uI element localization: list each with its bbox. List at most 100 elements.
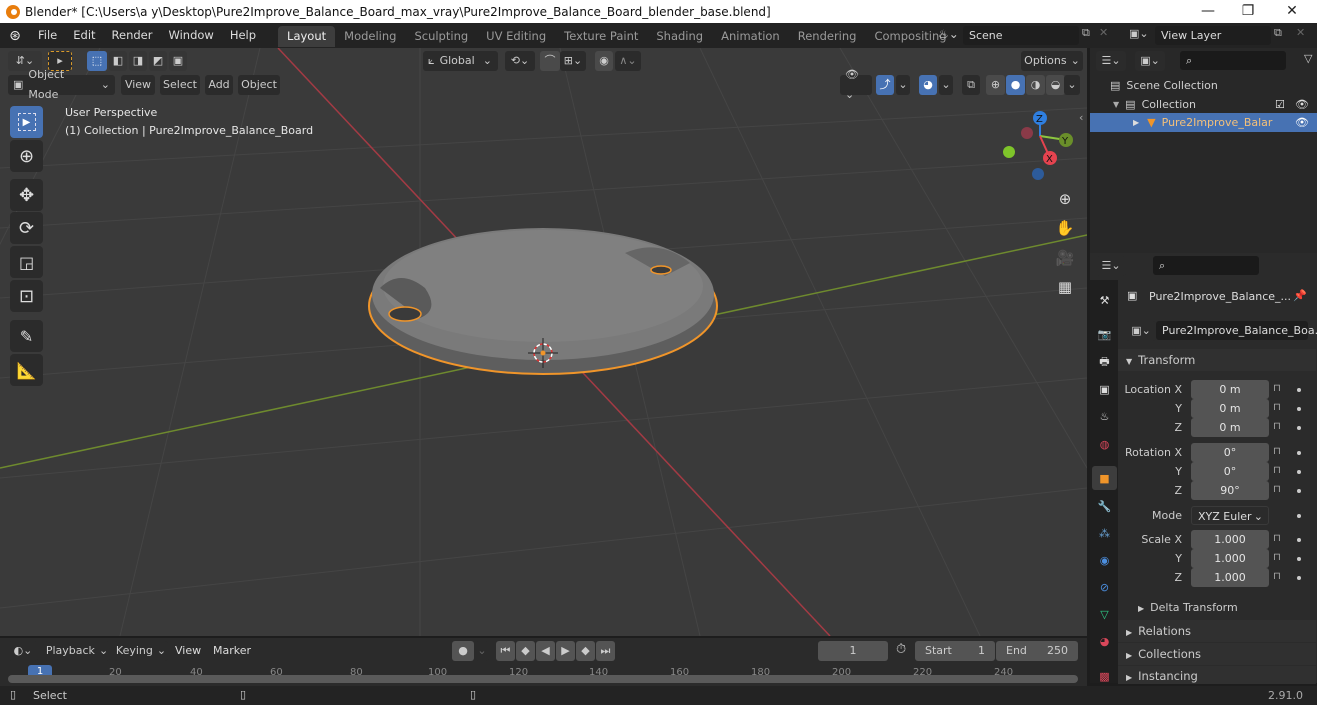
keying-menu[interactable]: Keying ⌄ [114,641,168,661]
menu-file[interactable]: File [30,23,65,48]
pan-view-button[interactable]: ✋ [1052,215,1078,241]
timeline-marker-menu[interactable]: Marker [213,644,251,657]
menu-object[interactable]: Object [238,75,280,95]
tab-sculpting[interactable]: Sculpting [405,26,477,47]
object-name-field[interactable]: Pure2Improve_Balance_Boa... [1156,321,1317,340]
stopwatch-icon[interactable]: ⏱ [896,642,906,657]
play-button[interactable]: ▶ [556,641,575,661]
keyframe-location-x-icon[interactable] [1297,388,1301,392]
lock-location-y-icon[interactable]: ⊓ [1273,402,1287,414]
scale-y-field[interactable]: 1.000 [1191,549,1269,568]
menu-help[interactable]: Help [222,23,264,48]
lock-rotation-z-icon[interactable]: ⊓ [1273,484,1287,496]
pivot-point-dropdown[interactable]: ⟲⌄ [505,51,535,71]
transform-orientation-dropdown[interactable]: ⟀ Global ⌄ [423,51,498,71]
xray-toggle[interactable]: ⧉ [962,75,980,95]
location-y-field[interactable]: 0 m [1191,399,1269,418]
lock-rotation-y-icon[interactable]: ⊓ [1273,465,1287,477]
transform-panel-header[interactable]: ▼ Transform [1118,349,1316,371]
menu-render[interactable]: Render [104,23,161,48]
camera-view-button[interactable]: 🎥 [1052,245,1078,271]
scale-x-field[interactable]: 1.000 [1191,530,1269,549]
timeline-editor-type-button[interactable]: ◐⌄ [8,641,38,661]
timeline-view-menu[interactable]: View [175,644,201,657]
proportional-falloff-dropdown[interactable]: ∧⌄ [615,51,641,71]
select-box-tool[interactable]: ▶ [10,106,43,138]
lock-location-x-icon[interactable]: ⊓ [1273,383,1287,395]
select-extend-icon[interactable]: ◧ [109,51,127,71]
new-scene-icon[interactable]: ⧉ [1082,26,1090,40]
keying-set-dropdown[interactable]: ⌄ [475,641,489,661]
delete-view-layer-icon[interactable]: ✕ [1296,26,1305,39]
scene-name-field[interactable]: Scene [963,26,1079,45]
tab-texture-paint[interactable]: Texture Paint [555,26,647,47]
ortho-toggle-button[interactable]: ▦ [1052,274,1078,300]
select-intersect-icon[interactable]: ▣ [169,51,187,71]
rendered-shading-icon[interactable]: ◒ [1046,75,1065,95]
keyframe-location-y-icon[interactable] [1297,407,1301,411]
outliner-item-scene-collection[interactable]: ▤ Scene Collection [1110,76,1310,94]
scene-selector-icon[interactable]: ♨⌄ [938,27,959,41]
instancing-panel-header[interactable]: ▶ Instancing [1118,666,1316,684]
rotation-y-field[interactable]: 0° [1191,462,1269,481]
object-browse-button[interactable]: ▣⌄ [1126,321,1156,341]
keyframe-rotation-y-icon[interactable] [1297,470,1301,474]
tab-animation[interactable]: Animation [712,26,789,47]
outliner-display-mode-button[interactable]: ▣⌄ [1135,51,1165,71]
measure-tool[interactable]: 📐 [10,354,43,386]
location-x-field[interactable]: 0 m [1191,380,1269,399]
maximize-button[interactable]: ❐ [1228,0,1268,23]
scale-z-field[interactable]: 1.000 [1191,568,1269,587]
selection-mode-group[interactable]: ⬚ ◧ ◨ ◩ ▣ [87,51,187,71]
checkbox-icon[interactable]: ☑ [1275,98,1285,111]
lock-scale-y-icon[interactable]: ⊓ [1273,552,1287,564]
expand-triangle-icon[interactable]: ▼ [1113,100,1119,109]
pin-icon[interactable]: 📌 [1293,289,1307,302]
next-keyframe-button[interactable]: ◆ [576,641,595,661]
location-z-field[interactable]: 0 m [1191,418,1269,437]
start-frame-field[interactable]: Start 1 [915,641,995,661]
cursor-tool[interactable]: ⊕ [10,140,43,172]
tab-texture[interactable]: ▩ [1092,664,1117,688]
view-layer-icon[interactable]: ▣⌄ [1129,27,1149,40]
close-button[interactable]: ✕ [1272,0,1312,23]
shading-dropdown[interactable]: ⌄ [1064,75,1080,95]
keyframe-scale-z-icon[interactable] [1297,576,1301,580]
rotation-mode-dropdown[interactable]: XYZ Euler ⌄ [1191,506,1269,525]
keyframe-location-z-icon[interactable] [1297,426,1301,430]
outliner-editor-type-button[interactable]: ☰⌄ [1096,51,1126,71]
shading-mode-group[interactable]: ⊕ ● ◑ ◒ [986,75,1065,95]
minimize-button[interactable]: — [1188,0,1228,23]
options-dropdown[interactable]: Options ⌄ [1021,51,1083,71]
proportional-edit-toggle[interactable]: ◉ [595,51,613,71]
keyframe-rotation-z-icon[interactable] [1297,489,1301,493]
tab-layout[interactable]: Layout [278,26,336,47]
delete-scene-icon[interactable]: ✕ [1099,26,1108,39]
outliner-item-collection[interactable]: ▼ ▤ Collection ☑ 👁 [1113,95,1313,113]
expand-triangle-icon[interactable]: ▶ [1133,118,1139,127]
menu-add[interactable]: Add [205,75,233,95]
snap-toggle[interactable]: ⌒ [540,51,560,71]
eye-icon[interactable]: 👁 [1295,116,1309,129]
zoom-view-button[interactable]: ⊕ [1052,186,1078,212]
properties-editor-type-button[interactable]: ☰⌄ [1096,256,1126,276]
properties-search-input[interactable]: ⌕ [1153,256,1259,275]
playback-menu[interactable]: Playback ⌄ [44,641,110,661]
tab-output[interactable]: 🖶 [1092,350,1117,374]
jump-start-button[interactable]: ⏮ [496,641,515,661]
tab-modeling[interactable]: Modeling [335,26,405,47]
collections-panel-header[interactable]: ▶ Collections [1118,643,1316,665]
scale-tool[interactable]: ◲ [10,246,43,278]
lock-location-z-icon[interactable]: ⊓ [1273,421,1287,433]
rotate-tool[interactable]: ⟳ [10,212,43,244]
visibility-dropdown[interactable]: 👁⌄ [840,68,872,101]
menu-select[interactable]: Select [160,75,200,95]
eye-icon[interactable]: 👁 [1295,98,1309,111]
menu-view[interactable]: View [121,75,155,95]
sidebar-toggle-icon[interactable]: ‹ [1079,111,1083,124]
view-layer-field[interactable]: View Layer [1155,26,1271,45]
rotation-z-field[interactable]: 90° [1191,481,1269,500]
select-invert-icon[interactable]: ◩ [149,51,167,71]
object-mode-dropdown[interactable]: ▣ Object Mode ⌄ [8,68,115,101]
new-view-layer-icon[interactable]: ⧉ [1274,26,1282,40]
